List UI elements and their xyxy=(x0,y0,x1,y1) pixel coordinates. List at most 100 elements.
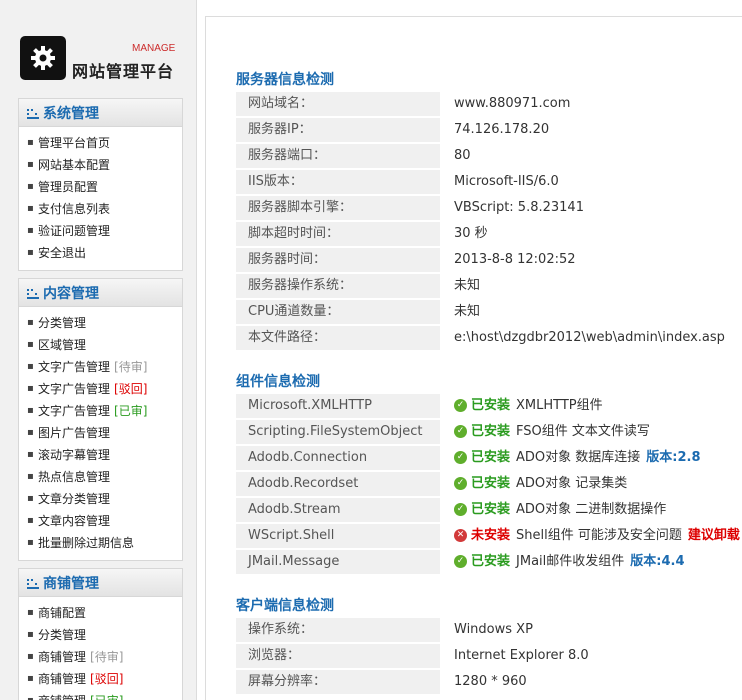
menu-content: 内容管理 ▪ 分类管理 ▪ 区域管理 ▪ 文字广告管理 [待审] ▪ 文字广告管理 [驳回] ▪ 文字广… xyxy=(18,278,183,561)
menu-item[interactable]: ▪ 管理平台首页 xyxy=(27,132,182,154)
info-row: 服务器脚本引擎： VBScript: 5.8.23141 xyxy=(236,196,742,220)
status-tag[interactable]: [驳回] xyxy=(90,668,123,690)
component-name: JMail.Message xyxy=(236,550,440,574)
info-row: 网站域名： www.880971.com xyxy=(236,92,742,116)
server-info-table: 网站域名： www.880971.com 服务器IP： 74.126.178.20 服务… xyxy=(236,90,742,352)
menu-item[interactable]: ▪ 商铺管理 [驳回] xyxy=(27,668,182,690)
menu-item[interactable]: ▪ 图片广告管理 xyxy=(27,422,182,444)
bullet-icon: ▪ xyxy=(27,651,34,662)
menu-item[interactable]: ▪ 批量删除过期信息 xyxy=(27,532,182,554)
brand-subtitle: MANAGE xyxy=(132,43,176,54)
install-status: 已安装 xyxy=(471,450,511,465)
menu-item-label[interactable]: 文章分类管理 xyxy=(38,488,110,510)
menu-item[interactable]: ▪ 文章内容管理 xyxy=(27,510,182,532)
status-tag[interactable]: [已审] xyxy=(90,690,123,700)
menu-item[interactable]: ▪ 分类管理 xyxy=(27,312,182,334)
menu-shop: 商铺管理▪商铺配置▪分类管理▪商铺管理[待审]▪商铺管理[驳回]▪商铺管理[已审… xyxy=(18,568,183,700)
menu-item-label[interactable]: 文章内容管理 xyxy=(38,510,110,532)
status-tag[interactable]: [待审] xyxy=(90,646,123,668)
info-row: 屏幕分辨率： 1280 * 960 xyxy=(236,670,742,694)
bullet-icon: ▪ xyxy=(27,607,34,618)
install-status: 已安装 xyxy=(471,424,511,439)
bullet-icon: ▪ xyxy=(27,181,34,192)
component-name: Adodb.Recordset xyxy=(236,472,440,496)
menu-title: 系统管理 xyxy=(43,105,99,122)
menu-item[interactable]: ▪ 验证问题管理 xyxy=(27,220,182,242)
bullet-icon: ▪ xyxy=(27,537,34,548)
info-value: e:\host\dzgdbr2012\web\admin\index.asp xyxy=(440,326,742,350)
info-value: VBScript: 5.8.23141 xyxy=(440,196,742,220)
menu-item-label[interactable]: 热点信息管理 xyxy=(38,466,110,488)
client-info-table: 操作系统： Windows XP 浏览器： Internet Explorer 8.0… xyxy=(236,616,742,696)
menu-item[interactable]: ▪ 分类管理 xyxy=(27,624,182,646)
info-row: 本文件路径： e:\host\dzgdbr2012\web\admin\index… xyxy=(236,326,742,350)
component-row: Adodb.Connection ✓ 已安装 ADO对象 数据库连接 版本:2.8 xyxy=(236,446,742,470)
component-name: Scripting.FileSystemObject xyxy=(236,420,440,444)
menu-item[interactable]: ▪ 文字广告管理 [已审] xyxy=(27,400,182,422)
menu-item-label[interactable]: 验证问题管理 xyxy=(38,220,110,242)
menu-item-label[interactable]: 区域管理 xyxy=(38,334,86,356)
menu-item-label[interactable]: 安全退出 xyxy=(38,242,86,264)
info-row: 浏览器： Internet Explorer 8.0 xyxy=(236,644,742,668)
info-value: 74.126.178.20 xyxy=(440,118,742,142)
brand-title: 网站管理平台 xyxy=(72,62,175,81)
server-section-title: 服务器信息检测 xyxy=(236,72,334,88)
menu-item[interactable]: ▪商铺管理 [已审] xyxy=(27,690,182,700)
bullet-icon: ▪ xyxy=(27,339,34,350)
menu-item-label[interactable]: 图片广告管理 xyxy=(38,422,110,444)
menu-item[interactable]: ▪ 区域管理 xyxy=(27,334,182,356)
component-desc: ADO对象 二进制数据操作 xyxy=(516,502,667,517)
menu-item[interactable]: ▪ 文字广告管理 [待审] xyxy=(27,356,182,378)
menu-item-label[interactable]: 支付信息列表 xyxy=(38,198,110,220)
uninstall-advice: 建议卸载 xyxy=(687,528,740,543)
info-key: 脚本超时时间： xyxy=(236,222,440,246)
menu-item[interactable]: ▪ 商铺管理 [待审] xyxy=(27,646,182,668)
menu-item-label[interactable]: 分类管理 xyxy=(38,312,86,334)
menu-item[interactable]: ▪ 安全退出 xyxy=(27,242,182,264)
menu-item[interactable]: ▪ 文章分类管理 xyxy=(27,488,182,510)
info-value: Windows XP xyxy=(440,618,742,642)
info-key: 服务器IP： xyxy=(236,118,440,142)
install-status: 未安装 xyxy=(471,528,511,543)
menu-item-label[interactable]: 管理员配置 xyxy=(38,176,98,198)
info-value: Microsoft-IIS/6.0 xyxy=(440,170,742,194)
info-row: CPU通道数量： 未知 xyxy=(236,300,742,324)
check-icon: ✓ xyxy=(454,425,467,438)
info-key: 服务器时间： xyxy=(236,248,440,272)
menu-item-label[interactable]: 文字广告管理 xyxy=(38,400,110,422)
menu-item-label[interactable]: 商铺配置 xyxy=(38,602,86,624)
menu-item[interactable]: ▪ 商铺配置 xyxy=(27,602,182,624)
components-section-title: 组件信息检测 xyxy=(236,374,320,390)
component-status-cell: ✓ 已安装 XMLHTTP组件 xyxy=(440,394,742,418)
menu-item[interactable]: ▪ 热点信息管理 xyxy=(27,466,182,488)
status-tag[interactable]: [待审] xyxy=(114,356,147,378)
menu-item-label[interactable]: 分类管理 xyxy=(38,624,86,646)
menu-item[interactable]: ▪ 管理员配置 xyxy=(27,176,182,198)
info-row: 服务器时间： 2013-8-8 12:02:52 xyxy=(236,248,742,272)
menu-item-label[interactable]: 文字广告管理 xyxy=(38,356,110,378)
menu-item[interactable]: ▪ 文字广告管理 [驳回] xyxy=(27,378,182,400)
menu-item-label[interactable]: 商铺管理 xyxy=(38,690,86,700)
status-tag[interactable]: [驳回] xyxy=(114,378,147,400)
menu-item[interactable]: ▪ 网站基本配置 xyxy=(27,154,182,176)
info-value: 1280 * 960 xyxy=(440,670,742,694)
menu-item-label[interactable]: 滚动字幕管理 xyxy=(38,444,110,466)
menu-item-label[interactable]: 商铺管理 xyxy=(38,646,86,668)
status-tag[interactable]: [已审] xyxy=(114,400,147,422)
menu-item-label[interactable]: 网站基本配置 xyxy=(38,154,110,176)
menu-item-label[interactable]: 文字广告管理 xyxy=(38,378,110,400)
menu-item-label[interactable]: 商铺管理 xyxy=(38,668,86,690)
info-row: 服务器端口： 80 xyxy=(236,144,742,168)
component-status-cell: ✓ 已安装 FSO组件 文本文件读写 xyxy=(440,420,742,444)
info-key: 操作系统： xyxy=(236,618,440,642)
menu-item-label[interactable]: 管理平台首页 xyxy=(38,132,110,154)
menu-item[interactable]: ▪ 滚动字幕管理 xyxy=(27,444,182,466)
brand-logo: MANAGE 网站管理平台 xyxy=(20,36,180,86)
menu-title: 内容管理 xyxy=(43,285,99,302)
menu-item[interactable]: ▪ 支付信息列表 xyxy=(27,198,182,220)
menu-item-label[interactable]: 批量删除过期信息 xyxy=(38,532,134,554)
install-status: 已安装 xyxy=(471,554,511,569)
component-status-cell: ✓ 已安装 JMail邮件收发组件 版本:4.4 xyxy=(440,550,742,574)
component-desc: Shell组件 可能涉及安全问题 xyxy=(516,528,682,543)
info-row: 操作系统： Windows XP xyxy=(236,618,742,642)
